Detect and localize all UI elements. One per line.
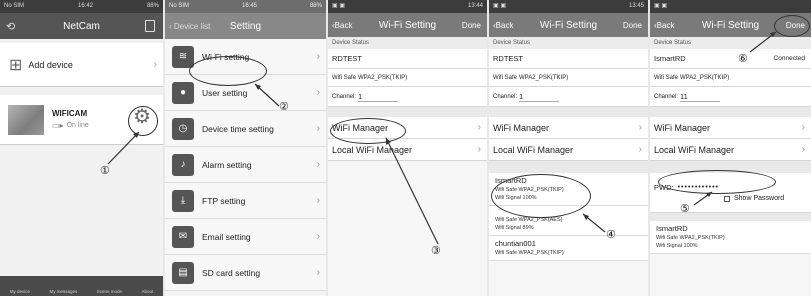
- step-marker-4: ④: [606, 228, 616, 241]
- arrow-2: [254, 83, 280, 107]
- tab-about[interactable]: About: [141, 289, 153, 294]
- step-marker-3: ③: [431, 244, 441, 257]
- tab-my-messages[interactable]: My messages: [49, 289, 77, 294]
- step-marker-5: ⑤: [680, 202, 690, 215]
- screen-wifi-setting-3: ▣ ▣ ‹Back Wi-Fi Setting Done Device Stat…: [650, 0, 811, 296]
- screen-netcam-home: No SIM 16:42 88% ⟲ NetCam ⊞ Add device ›…: [0, 0, 163, 296]
- step-marker-2: ②: [279, 100, 289, 113]
- back-button[interactable]: ‹Back: [328, 21, 352, 30]
- tab-scene-mode[interactable]: Scene mode: [97, 289, 122, 294]
- tab-my-device[interactable]: My device: [10, 289, 30, 294]
- arrow-5: [693, 191, 713, 206]
- screen-setting: No SIM 16:45 88% ‹ Device list Setting ≋…: [165, 0, 326, 296]
- back-label: Back: [656, 20, 675, 30]
- screen-wifi-setting-1: ▣ ▣ 13:44 ‹Back Wi-Fi Setting Done Devic…: [328, 0, 487, 296]
- arrow-4: [582, 213, 606, 233]
- step-marker-1: ①: [100, 164, 110, 177]
- back-label: Device list: [173, 21, 211, 31]
- back-label: Back: [495, 20, 514, 30]
- back-button[interactable]: ‹Back: [489, 21, 513, 30]
- arrow-1: [107, 131, 140, 165]
- refresh-icon[interactable]: ⟲: [6, 20, 15, 33]
- arrow-3: [385, 137, 439, 245]
- back-label: Back: [334, 20, 353, 30]
- back-button[interactable]: ‹Back: [650, 21, 674, 30]
- tab-bar: My device My messages Scene mode About: [0, 276, 163, 296]
- back-button[interactable]: ‹ Device list: [165, 22, 210, 31]
- screen-wifi-setting-2: ▣ ▣ 13:45 ‹Back Wi-Fi Setting Done Devic…: [489, 0, 648, 296]
